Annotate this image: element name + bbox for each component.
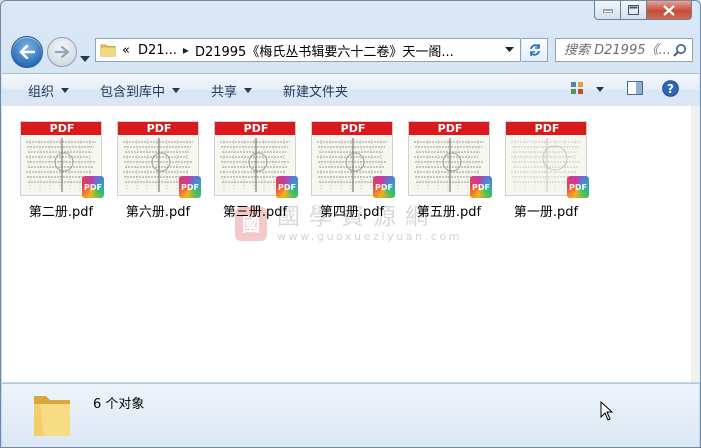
new-folder-label: 新建文件夹 — [283, 84, 349, 100]
maximize-icon — [628, 5, 639, 15]
view-options-button[interactable] — [570, 80, 604, 102]
explorer-window: « D21... ▸ D21995《梅氏丛书辑要六十二卷》天一阁... 组织 包… — [0, 0, 701, 448]
search-box[interactable] — [555, 38, 693, 62]
forward-button[interactable] — [47, 37, 77, 67]
share-label: 共享 — [211, 84, 238, 100]
breadcrumb-item[interactable]: D21... — [138, 43, 177, 58]
pdf-thumbnail: PDF PDF — [214, 121, 298, 198]
maximize-button[interactable] — [621, 1, 647, 20]
breadcrumb-overflow[interactable]: « — [122, 43, 130, 58]
file-name: 第五册.pdf — [416, 205, 482, 220]
chevron-down-icon — [244, 87, 253, 93]
file-item[interactable]: PDF PDF 第二册.pdf — [19, 121, 104, 220]
pdf-banner: PDF — [215, 122, 295, 135]
search-icon[interactable] — [673, 43, 687, 57]
details-pane: 6 个对象 — [2, 383, 699, 447]
breadcrumb-separator-icon[interactable]: ▸ — [183, 43, 189, 57]
back-arrow-icon — [19, 45, 35, 59]
mouse-cursor-icon — [600, 401, 614, 421]
command-bar: 组织 包含到库中 共享 新建文件夹 ? — [2, 73, 699, 107]
file-item[interactable]: PDF PDF 第一册.pdf — [504, 121, 589, 220]
help-icon: ? — [662, 80, 679, 97]
new-folder-button[interactable]: 新建文件夹 — [283, 74, 348, 106]
chevron-down-icon — [80, 56, 90, 62]
file-name: 第三册.pdf — [222, 205, 288, 220]
pdf-thumbnail: PDF PDF — [311, 121, 395, 198]
pdf-banner: PDF — [409, 122, 489, 135]
minimize-button[interactable] — [594, 1, 621, 20]
pdf-thumbnail: PDF PDF — [117, 121, 201, 198]
preview-pane-button[interactable] — [627, 80, 644, 100]
close-button[interactable] — [647, 1, 692, 20]
back-button[interactable] — [11, 36, 43, 68]
pdf-app-icon: PDF — [567, 176, 589, 198]
minimize-icon — [602, 9, 613, 13]
folder-icon — [100, 44, 116, 57]
pdf-app-icon: PDF — [82, 176, 104, 198]
pdf-banner: PDF — [506, 122, 586, 135]
pdf-banner: PDF — [21, 122, 101, 135]
file-item[interactable]: PDF PDF 第三册.pdf — [213, 121, 298, 220]
navigation-bar: « D21... ▸ D21995《梅氏丛书辑要六十二卷》天一阁... — [1, 34, 700, 68]
organize-label: 组织 — [28, 84, 55, 100]
forward-arrow-icon — [55, 46, 69, 58]
pdf-app-icon: PDF — [179, 176, 201, 198]
file-name: 第二册.pdf — [28, 205, 94, 220]
file-item[interactable]: PDF PDF 第六册.pdf — [116, 121, 201, 220]
close-icon — [663, 4, 675, 16]
organize-button[interactable]: 组织 — [28, 74, 70, 106]
chevron-down-icon — [61, 87, 70, 93]
recent-pages-dropdown[interactable] — [80, 47, 90, 66]
caption-buttons — [594, 1, 692, 20]
refresh-icon — [529, 44, 540, 56]
chevron-down-icon — [172, 87, 181, 93]
preview-pane-icon — [627, 81, 643, 95]
view-icon — [571, 82, 604, 94]
pdf-app-icon: PDF — [470, 176, 492, 198]
pdf-thumbnail: PDF PDF — [505, 121, 589, 198]
file-item[interactable]: PDF PDF 第五册.pdf — [407, 121, 492, 220]
search-input[interactable] — [564, 42, 674, 58]
item-count: 6 个对象 — [93, 397, 145, 412]
svg-text:?: ? — [667, 82, 674, 96]
pdf-app-icon: PDF — [276, 176, 298, 198]
file-name: 第一册.pdf — [513, 205, 579, 220]
pdf-app-icon: PDF — [373, 176, 395, 198]
pdf-thumbnail: PDF PDF — [408, 121, 492, 198]
breadcrumb-item-current[interactable]: D21995《梅氏丛书辑要六十二卷》天一阁... — [195, 41, 454, 60]
file-name: 第四册.pdf — [319, 205, 385, 220]
include-in-library-button[interactable]: 包含到库中 — [100, 74, 181, 106]
address-dropdown-icon[interactable] — [505, 47, 514, 52]
pdf-thumbnail: PDF PDF — [20, 121, 104, 198]
scrollbar[interactable] — [691, 106, 700, 382]
address-bar[interactable]: « D21... ▸ D21995《梅氏丛书辑要六十二卷》天一阁... — [95, 38, 521, 62]
file-name: 第六册.pdf — [125, 205, 191, 220]
share-button[interactable]: 共享 — [211, 74, 253, 106]
include-in-library-label: 包含到库中 — [100, 84, 166, 100]
file-item[interactable]: PDF PDF 第四册.pdf — [310, 121, 395, 220]
folder-icon — [34, 396, 70, 436]
pdf-banner: PDF — [312, 122, 392, 135]
refresh-button[interactable] — [522, 38, 548, 62]
help-button[interactable]: ? — [662, 80, 679, 101]
pdf-banner: PDF — [118, 122, 198, 135]
